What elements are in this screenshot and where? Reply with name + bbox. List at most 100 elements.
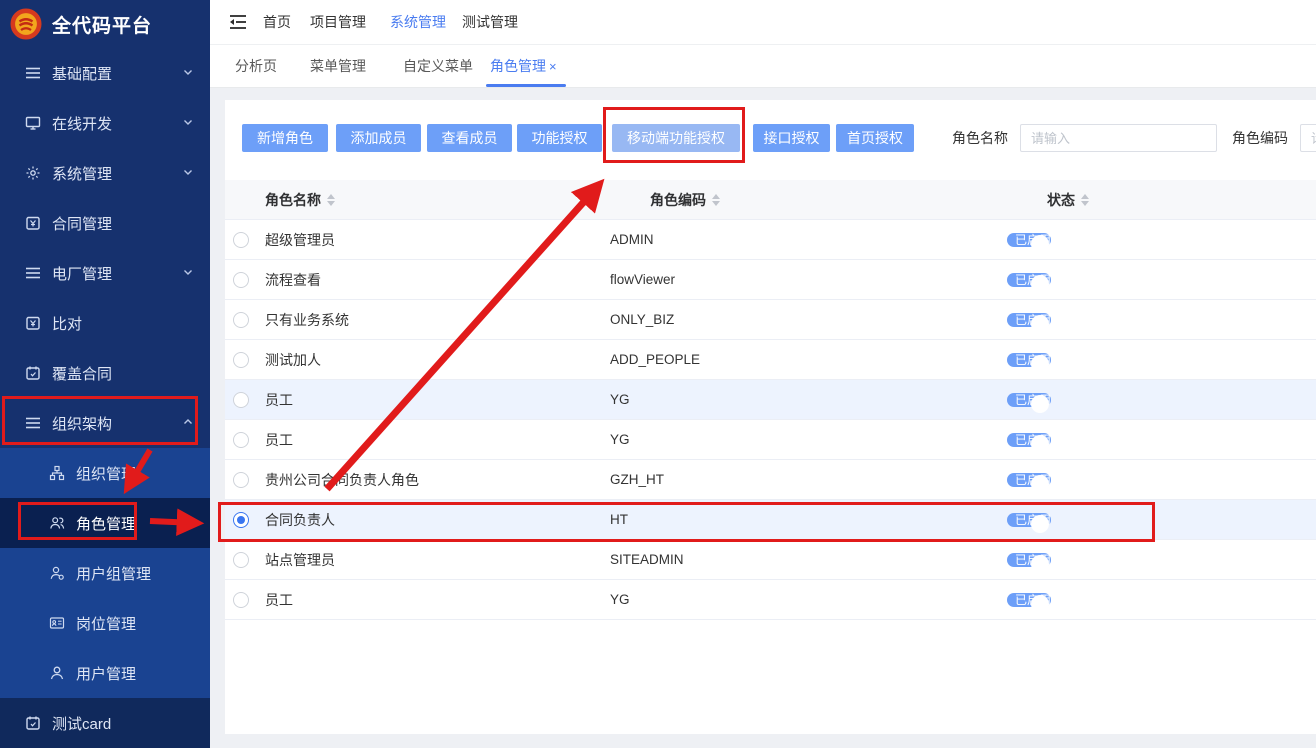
role-code-cell: GZH_HT xyxy=(610,472,1007,487)
status-toggle[interactable]: 已启用 xyxy=(1007,593,1051,607)
function-auth-button[interactable]: 功能授权 xyxy=(517,124,602,152)
table-row[interactable]: 超级管理员 ADMIN 已启用 xyxy=(225,220,1316,260)
status-toggle[interactable]: 已启用 xyxy=(1007,433,1051,447)
column-header-status[interactable]: 状态 xyxy=(1047,190,1089,210)
sidebar-submenu-org: 组织管理 角色管理 用户组管理 岗位管理 用户管理 xyxy=(0,448,210,698)
status-cell: 已启用 xyxy=(1007,469,1316,491)
homepage-auth-button[interactable]: 首页授权 xyxy=(836,124,914,152)
add-role-button[interactable]: 新增角色 xyxy=(242,124,328,152)
close-icon[interactable]: × xyxy=(549,59,557,74)
status-toggle[interactable]: 已启用 xyxy=(1007,353,1051,367)
topnav-system-mgmt[interactable]: 系统管理 xyxy=(390,0,446,45)
table-header: 角色名称 角色编码 状态 xyxy=(225,180,1316,220)
api-auth-button[interactable]: 接口授权 xyxy=(753,124,830,152)
sort-carets-icon[interactable] xyxy=(712,194,720,206)
column-header-role-code[interactable]: 角色编码 xyxy=(650,190,720,210)
role-name-cell: 合同负责人 xyxy=(249,510,610,530)
role-code-filter: 角色编码 xyxy=(1232,124,1316,152)
tab-role-mgmt[interactable]: 角色管理× xyxy=(490,45,557,88)
toggle-knob-icon xyxy=(1031,555,1049,573)
tab-custom-menu[interactable]: 自定义菜单 xyxy=(403,45,473,88)
row-radio[interactable] xyxy=(233,552,249,568)
status-cell: 已启用 xyxy=(1007,509,1316,531)
row-radio[interactable] xyxy=(233,272,249,288)
chevron-down-icon xyxy=(182,265,194,282)
add-member-button[interactable]: 添加成员 xyxy=(336,124,421,152)
sidebar-item-org-structure[interactable]: 组织架构 xyxy=(0,398,210,448)
status-toggle[interactable]: 已启用 xyxy=(1007,313,1051,327)
row-radio[interactable] xyxy=(233,512,249,528)
toggle-knob-icon xyxy=(1031,275,1049,293)
tab-analysis[interactable]: 分析页 xyxy=(235,45,277,88)
role-code-label: 角色编码 xyxy=(1232,128,1288,148)
id-card-icon xyxy=(48,615,65,632)
sidebar-item-online-dev[interactable]: 在线开发 xyxy=(0,98,210,148)
status-toggle[interactable]: 已启用 xyxy=(1007,513,1051,527)
status-toggle[interactable]: 已启用 xyxy=(1007,473,1051,487)
table-row[interactable]: 员工 YG 已启用 xyxy=(225,580,1316,620)
sidebar-item-user-mgmt[interactable]: 用户管理 xyxy=(0,648,210,698)
view-members-button[interactable]: 查看成员 xyxy=(427,124,512,152)
active-tab-underline xyxy=(486,84,566,87)
sidebar-item-label: 系统管理 xyxy=(52,163,112,184)
role-code-cell: YG xyxy=(610,592,1007,607)
table-row[interactable]: 只有业务系统 ONLY_BIZ 已启用 xyxy=(225,300,1316,340)
sidebar-item-compare[interactable]: 比对 xyxy=(0,298,210,348)
sidebar-item-label: 覆盖合同 xyxy=(52,363,112,384)
tab-menu-mgmt[interactable]: 菜单管理 xyxy=(310,45,366,88)
row-radio[interactable] xyxy=(233,392,249,408)
table-row[interactable]: 贵州公司合同负责人角色 GZH_HT 已启用 xyxy=(225,460,1316,500)
roles-table: 角色名称 角色编码 状态 超级管理员 ADMIN 已启用 流程查看 flowVi… xyxy=(225,180,1316,620)
sidebar-item-contract-mgmt[interactable]: 合同管理 xyxy=(0,198,210,248)
row-radio[interactable] xyxy=(233,352,249,368)
row-radio[interactable] xyxy=(233,592,249,608)
sidebar: 全代码平台 基础配置 在线开发 系统管理 合同管理 电厂管理 比对 覆盖合同 组… xyxy=(0,0,210,734)
status-toggle[interactable]: 已启用 xyxy=(1007,393,1051,407)
role-name-input[interactable] xyxy=(1020,124,1217,152)
user-icon xyxy=(48,665,65,682)
table-row[interactable]: 合同负责人 HT 已启用 xyxy=(225,500,1316,540)
role-name-cell: 超级管理员 xyxy=(249,230,610,250)
sidebar-item-system-mgmt[interactable]: 系统管理 xyxy=(0,148,210,198)
sidebar-item-base-config[interactable]: 基础配置 xyxy=(0,48,210,98)
table-row[interactable]: 员工 YG 已启用 xyxy=(225,420,1316,460)
row-radio[interactable] xyxy=(233,232,249,248)
toggle-knob-icon xyxy=(1031,315,1049,333)
table-row[interactable]: 员工 YG 已启用 xyxy=(225,380,1316,420)
sidebar-item-label: 角色管理 xyxy=(76,513,136,534)
sidebar-item-org-mgmt[interactable]: 组织管理 xyxy=(0,448,210,498)
topnav-home[interactable]: 首页 xyxy=(263,0,291,45)
table-row[interactable]: 站点管理员 SITEADMIN 已启用 xyxy=(225,540,1316,580)
menu-fold-icon[interactable] xyxy=(228,13,248,31)
role-code-input[interactable] xyxy=(1300,124,1316,152)
table-row[interactable]: 测试加人 ADD_PEOPLE 已启用 xyxy=(225,340,1316,380)
page-tabs: 分析页 菜单管理 自定义菜单 角色管理× xyxy=(210,45,1316,88)
mobile-function-auth-button[interactable]: 移动端功能授权 xyxy=(612,124,740,152)
table-row[interactable]: 流程查看 flowViewer 已启用 xyxy=(225,260,1316,300)
status-toggle[interactable]: 已启用 xyxy=(1007,273,1051,287)
sidebar-item-post-mgmt[interactable]: 岗位管理 xyxy=(0,598,210,648)
row-radio[interactable] xyxy=(233,432,249,448)
role-code-cell: YG xyxy=(610,432,1007,447)
role-toolbar: 新增角色 添加成员 查看成员 功能授权 移动端功能授权 接口授权 首页授权 角色… xyxy=(225,124,1316,152)
status-toggle[interactable]: 已启用 xyxy=(1007,233,1051,247)
sort-carets-icon[interactable] xyxy=(327,194,335,206)
row-radio[interactable] xyxy=(233,312,249,328)
user-group-icon xyxy=(48,565,65,582)
topnav-test-mgmt[interactable]: 测试管理 xyxy=(462,0,518,45)
sidebar-item-role-mgmt[interactable]: 角色管理 xyxy=(0,498,210,548)
sort-carets-icon[interactable] xyxy=(1081,194,1089,206)
role-name-cell: 只有业务系统 xyxy=(249,310,610,330)
sidebar-item-user-group-mgmt[interactable]: 用户组管理 xyxy=(0,548,210,598)
sidebar-item-plant-mgmt[interactable]: 电厂管理 xyxy=(0,248,210,298)
column-header-role-name[interactable]: 角色名称 xyxy=(265,190,335,210)
row-radio[interactable] xyxy=(233,472,249,488)
sidebar-item-label: 合同管理 xyxy=(52,213,112,234)
status-toggle[interactable]: 已启用 xyxy=(1007,553,1051,567)
topnav-project-mgmt[interactable]: 项目管理 xyxy=(310,0,366,45)
sidebar-item-cover-contract[interactable]: 覆盖合同 xyxy=(0,348,210,398)
sidebar-item-test-card[interactable]: 测试card xyxy=(0,698,210,748)
role-name-cell: 员工 xyxy=(249,430,610,450)
chevron-down-icon xyxy=(182,115,194,132)
role-code-cell: flowViewer xyxy=(610,272,1007,287)
